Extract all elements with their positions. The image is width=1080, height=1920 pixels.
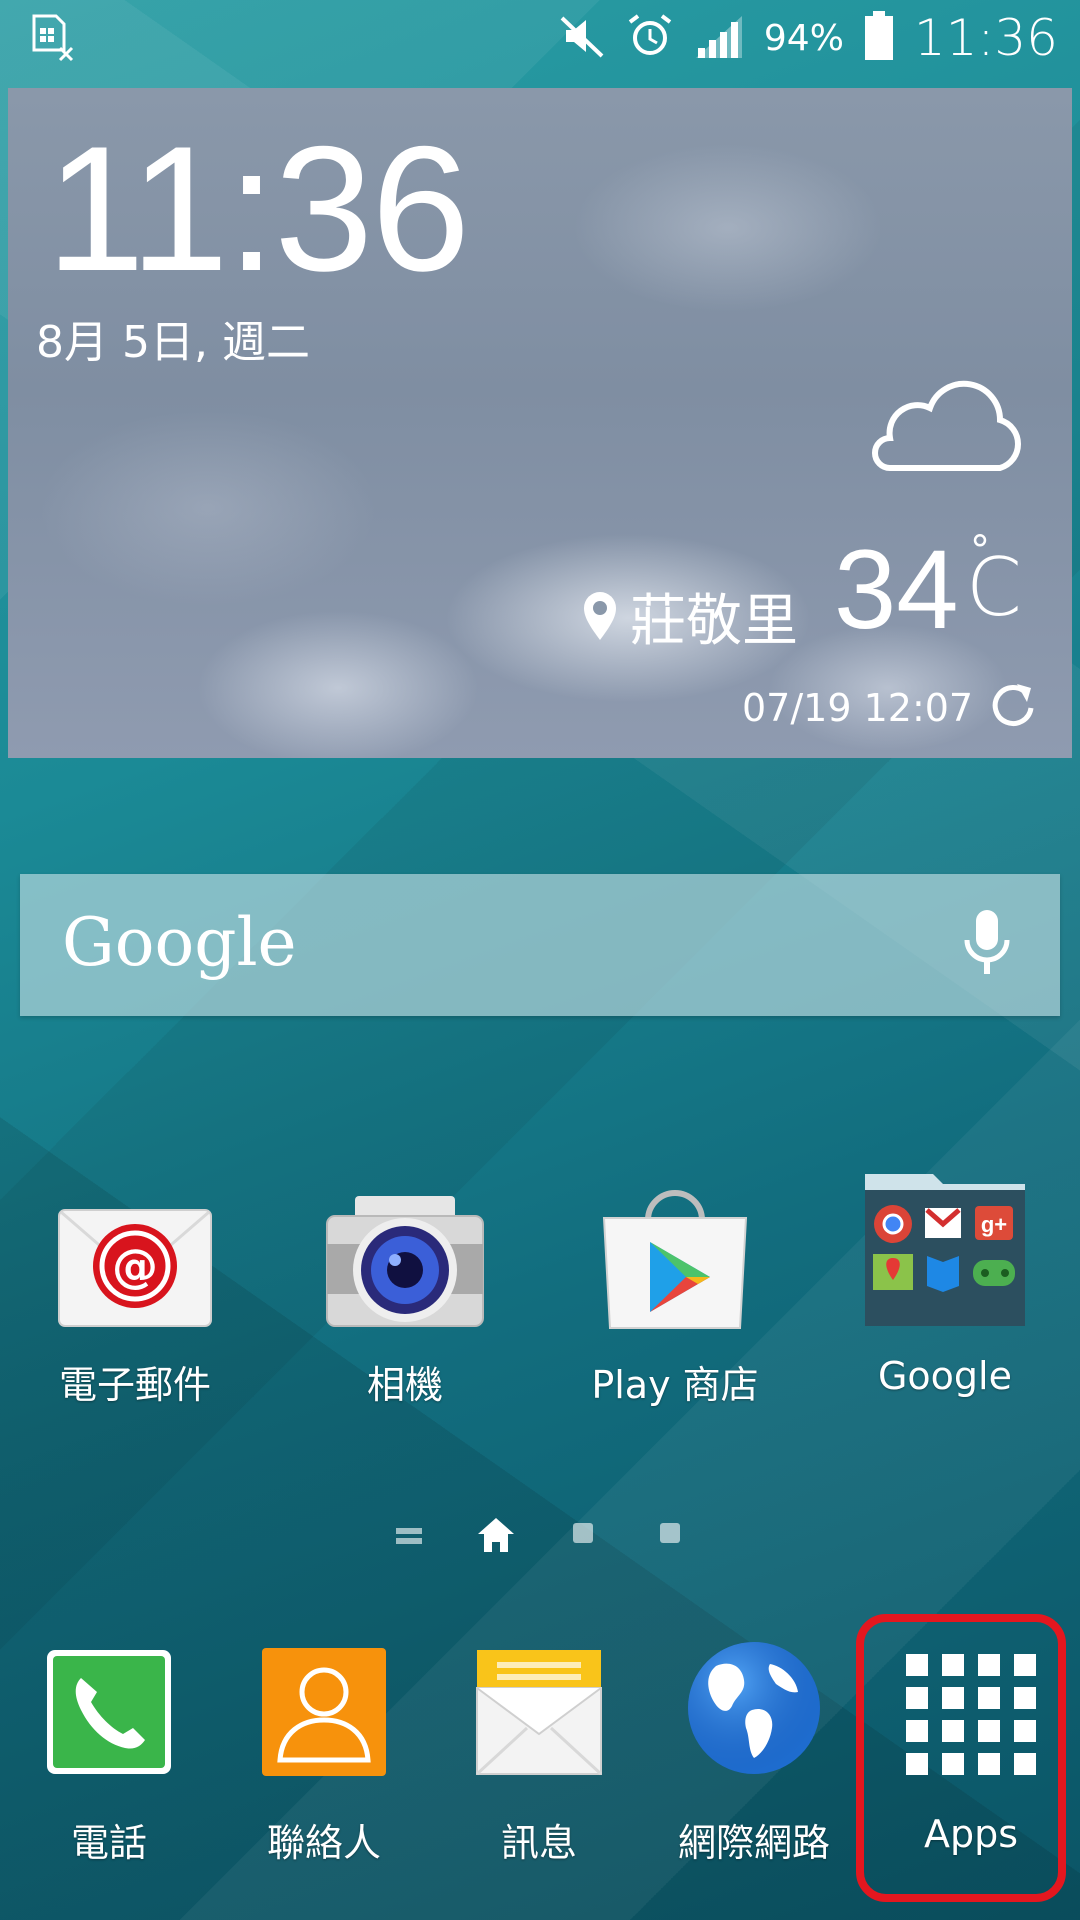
page-list-indicator[interactable] xyxy=(396,1526,422,1550)
dock-label: 聯絡人 xyxy=(266,1821,381,1865)
location-row: 莊敬里 xyxy=(580,576,798,657)
page-dot[interactable] xyxy=(659,1522,681,1548)
app-label: Play 商店 xyxy=(591,1363,759,1407)
google-search-bar[interactable]: Google xyxy=(20,874,1060,1016)
dock-label: 訊息 xyxy=(500,1821,577,1865)
play-store-icon xyxy=(565,1160,785,1330)
app-label: 相機 xyxy=(366,1363,443,1407)
page-dot[interactable] xyxy=(572,1522,594,1548)
widget-clock: 11:36 xyxy=(46,109,470,308)
apps-highlight-box xyxy=(856,1614,1066,1902)
status-bar: 94% 11:36 xyxy=(0,0,1080,76)
home-page-icon[interactable] xyxy=(476,1516,516,1558)
sim-card-error-icon xyxy=(30,14,76,66)
location-name: 莊敬里 xyxy=(630,589,798,654)
battery-percent: 94% xyxy=(763,17,844,59)
location-pin-icon xyxy=(580,588,620,646)
messages-icon xyxy=(434,1646,644,1776)
svg-text:@: @ xyxy=(112,1239,158,1293)
microphone-icon[interactable] xyxy=(962,908,1012,984)
contacts-icon xyxy=(219,1646,429,1776)
dock-contacts[interactable]: 聯絡人 xyxy=(219,1646,429,1867)
weather-clock-widget[interactable]: 11:36 8月 5日, 週二 莊敬里 34 ° C 07/19 12:07 xyxy=(8,88,1072,758)
app-google-folder[interactable]: g+ Google xyxy=(835,1160,1055,1398)
phone-icon xyxy=(4,1646,214,1776)
dock-label: 網際網路 xyxy=(677,1821,830,1865)
refresh-icon[interactable] xyxy=(987,680,1039,736)
updated-row: 07/19 12:07 xyxy=(742,680,1039,736)
battery-icon xyxy=(864,11,894,65)
google-logo: Google xyxy=(62,904,297,981)
app-play-store[interactable]: Play 商店 xyxy=(565,1160,785,1409)
widget-date: 8月 5日, 週二 xyxy=(36,317,310,368)
app-camera[interactable]: 相機 xyxy=(295,1160,515,1409)
app-label: Google xyxy=(877,1354,1012,1398)
dock-messages[interactable]: 訊息 xyxy=(434,1646,644,1867)
svg-text:g+: g+ xyxy=(981,1212,1007,1237)
email-icon: @ xyxy=(25,1160,245,1330)
app-email[interactable]: @ 電子郵件 xyxy=(25,1160,245,1409)
alarm-icon xyxy=(626,12,674,64)
cloud-icon xyxy=(860,378,1030,482)
camera-icon xyxy=(295,1160,515,1330)
dock-label: 電話 xyxy=(70,1821,147,1865)
page-indicator xyxy=(0,1514,1080,1554)
app-label: 電子郵件 xyxy=(58,1363,211,1407)
dock-internet[interactable]: 網際網路 xyxy=(649,1642,859,1867)
internet-icon xyxy=(649,1642,859,1776)
google-folder-icon: g+ xyxy=(835,1160,1055,1330)
temperature-unit: C xyxy=(966,541,1022,634)
updated-time: 07/19 12:07 xyxy=(742,686,974,730)
mute-icon xyxy=(558,12,606,64)
dock-phone[interactable]: 電話 xyxy=(4,1646,214,1867)
status-clock: 11:36 xyxy=(913,9,1058,67)
temperature-value: 34 xyxy=(834,527,959,652)
signal-icon xyxy=(694,12,744,64)
